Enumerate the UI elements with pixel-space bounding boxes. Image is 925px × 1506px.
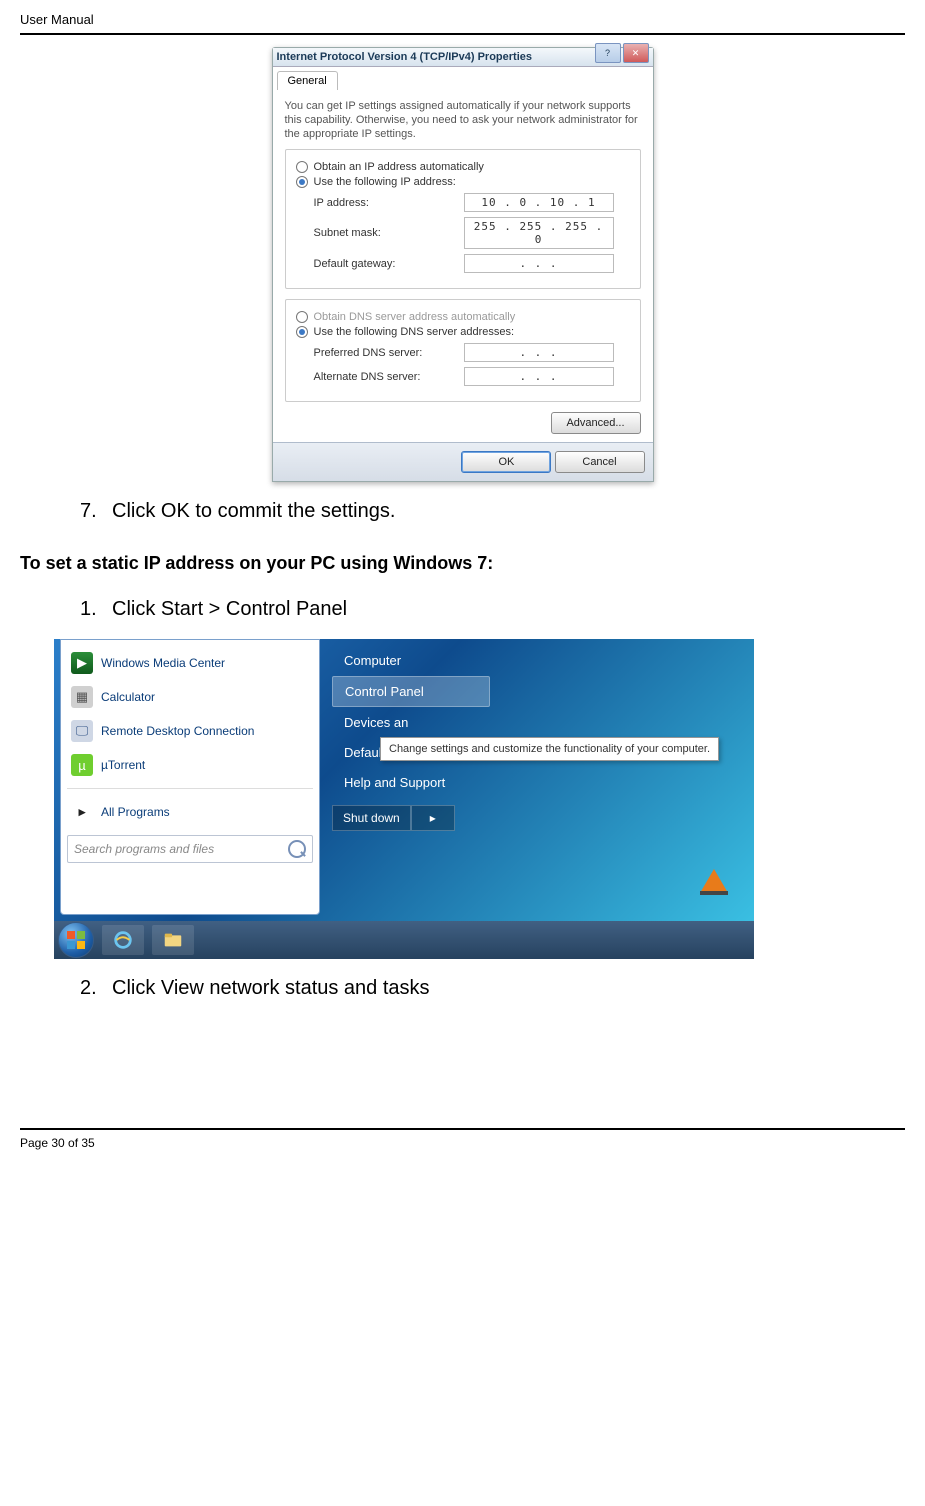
startmenu-item-utorrent[interactable]: µ µTorrent bbox=[65, 748, 315, 782]
page-footer: Page 30 of 35 bbox=[20, 1136, 905, 1150]
opt-auto-ip[interactable]: Obtain an IP address automatically bbox=[296, 161, 630, 173]
search-icon bbox=[288, 840, 306, 858]
opt-use-dns[interactable]: Use the following DNS server addresses: bbox=[296, 326, 630, 338]
vlc-icon bbox=[700, 869, 728, 893]
step-text: Click View network status and tasks bbox=[112, 977, 430, 1000]
radio-selected-icon bbox=[296, 326, 308, 338]
tcpip-properties-dialog: Internet Protocol Version 4 (TCP/IPv4) P… bbox=[272, 47, 654, 482]
search-placeholder: Search programs and files bbox=[74, 842, 214, 856]
startmenu-item-label: µTorrent bbox=[101, 758, 145, 772]
advanced-button[interactable]: Advanced... bbox=[551, 412, 641, 434]
step-text: Click OK to commit the settings. bbox=[112, 500, 395, 523]
rdc-icon: 🖵 bbox=[71, 720, 93, 742]
step-number: 1. bbox=[80, 598, 100, 621]
subnet-mask-field[interactable]: 255 . 255 . 255 . 0 bbox=[464, 217, 614, 249]
startmenu-right-pane: Computer Control Panel Devices an Defaul… bbox=[326, 639, 496, 915]
startmenu-r-computer[interactable]: Computer bbox=[332, 646, 490, 675]
shutdown-label: Shut down bbox=[332, 805, 411, 831]
ip-group: Obtain an IP address automatically Use t… bbox=[285, 149, 641, 289]
ip-label: IP address: bbox=[314, 197, 464, 209]
mask-label: Subnet mask: bbox=[314, 227, 464, 239]
section-heading: To set a static IP address on your PC us… bbox=[20, 553, 905, 574]
taskbar-ie-icon[interactable] bbox=[102, 925, 144, 955]
controlpanel-tooltip: Change settings and customize the functi… bbox=[380, 737, 719, 761]
step-number: 7. bbox=[80, 500, 100, 523]
wmc-icon: ▶ bbox=[71, 652, 93, 674]
page-header-title: User Manual bbox=[20, 12, 905, 27]
separator bbox=[67, 788, 313, 789]
opt-use-ip[interactable]: Use the following IP address: bbox=[296, 176, 630, 188]
step-2: 2. Click View network status and tasks bbox=[80, 977, 905, 1000]
taskbar bbox=[54, 921, 754, 959]
dialog-title-text: Internet Protocol Version 4 (TCP/IPv4) P… bbox=[277, 51, 595, 63]
gateway-field[interactable]: . . . bbox=[464, 254, 614, 273]
startmenu-item-label: Remote Desktop Connection bbox=[101, 724, 254, 738]
arrow-right-icon: ▸ bbox=[71, 801, 93, 823]
shutdown-button[interactable]: Shut down ▸ bbox=[332, 805, 490, 831]
startmenu-item-calculator[interactable]: ▦ Calculator bbox=[65, 680, 315, 714]
startmenu-r-help[interactable]: Help and Support bbox=[332, 768, 490, 797]
footer-rule bbox=[20, 1128, 905, 1130]
opt-auto-ip-label: Obtain an IP address automatically bbox=[314, 161, 484, 173]
utorrent-icon: µ bbox=[71, 754, 93, 776]
startmenu-r-devices[interactable]: Devices an bbox=[332, 708, 490, 737]
startmenu-left-pane: ▶ Windows Media Center ▦ Calculator 🖵 Re… bbox=[60, 639, 320, 915]
step-text: Click Start > Control Panel bbox=[112, 598, 347, 621]
pref-dns-label: Preferred DNS server: bbox=[314, 347, 464, 359]
opt-auto-dns-label: Obtain DNS server address automatically bbox=[314, 311, 516, 323]
radio-icon bbox=[296, 161, 308, 173]
all-programs-label: All Programs bbox=[101, 805, 170, 819]
close-button[interactable]: ✕ bbox=[623, 43, 649, 63]
tab-general[interactable]: General bbox=[277, 71, 338, 90]
help-button[interactable]: ? bbox=[595, 43, 621, 63]
ip-address-field[interactable]: 10 . 0 . 10 . 1 bbox=[464, 193, 614, 212]
startmenu-all-programs[interactable]: ▸ All Programs bbox=[65, 795, 315, 829]
step-number: 2. bbox=[80, 977, 100, 1000]
start-menu-screenshot: ▶ Windows Media Center ▦ Calculator 🖵 Re… bbox=[54, 639, 754, 959]
startmenu-item-label: Windows Media Center bbox=[101, 656, 225, 670]
cancel-button[interactable]: Cancel bbox=[555, 451, 645, 473]
startmenu-item-rdc[interactable]: 🖵 Remote Desktop Connection bbox=[65, 714, 315, 748]
dialog-titlebar: Internet Protocol Version 4 (TCP/IPv4) P… bbox=[273, 48, 653, 67]
shutdown-arrow-icon[interactable]: ▸ bbox=[411, 805, 455, 831]
dialog-body-text: You can get IP settings assigned automat… bbox=[285, 100, 641, 141]
startmenu-item-label: Calculator bbox=[101, 690, 155, 704]
gateway-label: Default gateway: bbox=[314, 258, 464, 270]
startmenu-item-wmc[interactable]: ▶ Windows Media Center bbox=[65, 646, 315, 680]
pref-dns-field[interactable]: . . . bbox=[464, 343, 614, 362]
radio-selected-icon bbox=[296, 176, 308, 188]
step-1: 1. Click Start > Control Panel bbox=[80, 598, 905, 621]
alt-dns-field[interactable]: . . . bbox=[464, 367, 614, 386]
opt-use-ip-label: Use the following IP address: bbox=[314, 176, 456, 188]
calculator-icon: ▦ bbox=[71, 686, 93, 708]
opt-use-dns-label: Use the following DNS server addresses: bbox=[314, 326, 515, 338]
header-rule bbox=[20, 33, 905, 35]
alt-dns-label: Alternate DNS server: bbox=[314, 371, 464, 383]
windows-logo-icon bbox=[66, 930, 86, 950]
ok-button[interactable]: OK bbox=[461, 451, 551, 473]
opt-auto-dns: Obtain DNS server address automatically bbox=[296, 311, 630, 323]
startmenu-search[interactable]: Search programs and files bbox=[67, 835, 313, 863]
dns-group: Obtain DNS server address automatically … bbox=[285, 299, 641, 402]
taskbar-explorer-icon[interactable] bbox=[152, 925, 194, 955]
startmenu-r-controlpanel[interactable]: Control Panel bbox=[332, 676, 490, 707]
radio-icon bbox=[296, 311, 308, 323]
step-7: 7. Click OK to commit the settings. bbox=[80, 500, 905, 523]
start-orb[interactable] bbox=[58, 922, 94, 958]
